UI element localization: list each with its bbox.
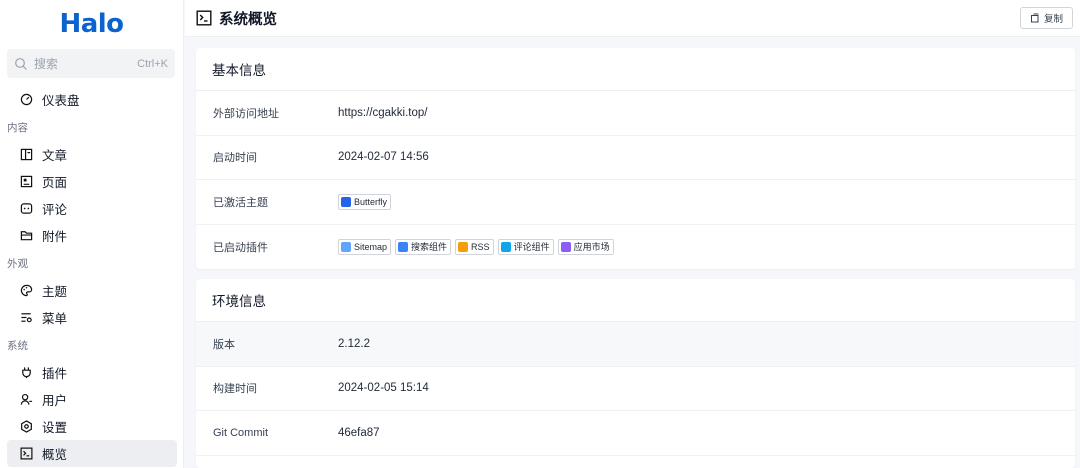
plugin-tag[interactable]: 应用市场	[557, 238, 614, 255]
plugin-tag[interactable]: Sitemap	[338, 238, 392, 255]
plugin-tag[interactable]: 搜索组件	[395, 238, 452, 255]
env-info-title: 环境信息	[196, 279, 1075, 322]
info-row-theme: 已激活主题 Butterfly	[196, 180, 1075, 225]
sidebar-item-overview[interactable]: 概览	[7, 440, 177, 467]
sidebar-item-label: 主题	[42, 285, 68, 299]
plugin-badge-icon	[398, 241, 409, 252]
plugin-tag-label: RSS	[471, 241, 490, 252]
palette-icon	[19, 284, 33, 298]
page-header: 系统概览 复制	[185, 0, 1080, 37]
sidebar-item-settings[interactable]: 设置	[7, 413, 177, 440]
user-icon	[19, 393, 33, 407]
theme-badge-icon	[341, 196, 351, 207]
sidebar-group-system: 系统	[7, 339, 28, 352]
sidebar-item-label: 菜单	[42, 312, 68, 326]
plugin-badge-icon	[500, 241, 511, 252]
plugin-tag-label: 评论组件	[513, 242, 550, 253]
info-key: 启动时间	[213, 152, 257, 165]
dashboard-icon	[19, 93, 33, 107]
sidebar-item-pages[interactable]: 页面	[7, 168, 177, 195]
search-input[interactable]: 搜索 Ctrl+K	[7, 49, 175, 78]
version-value: 2.12.2	[338, 337, 370, 350]
sidebar-item-comments[interactable]: 评论	[7, 195, 177, 222]
copy-icon	[1030, 13, 1039, 23]
sidebar-item-label: 评论	[42, 203, 68, 217]
sidebar-group-content: 内容	[7, 121, 28, 134]
sidebar-item-label: 附件	[42, 230, 68, 244]
sidebar-item-label: 用户	[42, 394, 68, 408]
sidebar-item-users[interactable]: 用户	[7, 386, 177, 413]
page-title: 系统概览	[219, 11, 277, 28]
info-key: 已激活主题	[213, 196, 268, 209]
menu-icon	[19, 311, 33, 325]
build-time-value: 2024-02-05 15:14	[338, 382, 429, 395]
sidebar-item-posts[interactable]: 文章	[7, 141, 177, 168]
article-icon	[19, 148, 33, 162]
sidebar-nav: 仪表盘 内容 文章 页面 评论 附件 外观 主题 菜单 系统 插件 用户 设置 …	[0, 86, 184, 467]
theme-tag-label: Butterfly	[354, 196, 388, 207]
sidebar-item-label: 插件	[42, 367, 68, 381]
theme-tag[interactable]: Butterfly	[338, 193, 392, 210]
terminal-icon	[196, 10, 212, 26]
plugin-tag[interactable]: 评论组件	[497, 238, 554, 255]
external-url[interactable]: https://cgakki.top/	[338, 107, 428, 119]
info-row-git-commit: Git Commit 46efa87	[196, 411, 1075, 456]
plugin-badge-icon	[341, 241, 351, 252]
info-row-start-time: 启动时间 2024-02-07 14:56	[196, 136, 1075, 180]
git-commit-value: 46efa87	[338, 426, 380, 439]
basic-info-card: 基本信息 外部访问地址 https://cgakki.top/ 启动时间 202…	[196, 48, 1075, 269]
env-info-card: 环境信息 版本 2.12.2 构建时间 2024-02-05 15:14 Git…	[196, 279, 1075, 468]
info-key: 已启动插件	[213, 241, 268, 254]
sidebar-item-label: 页面	[42, 176, 68, 190]
info-row-url: 外部访问地址 https://cgakki.top/	[196, 91, 1075, 136]
sidebar-item-label: 仪表盘	[42, 94, 80, 108]
copy-button[interactable]: 复制	[1019, 7, 1073, 29]
search-placeholder: 搜索	[34, 57, 59, 71]
info-row-plugins: 已启动插件 Sitemap 搜索组件 RSS 评论组件 应用市场	[196, 225, 1075, 270]
plugin-tag[interactable]: RSS	[455, 238, 494, 255]
sidebar-group-appearance: 外观	[7, 257, 28, 270]
info-key: 版本	[213, 338, 235, 351]
info-row-version: 版本 2.12.2	[196, 322, 1075, 367]
basic-info-title: 基本信息	[196, 48, 1075, 91]
plugin-tag-label: 应用市场	[573, 242, 610, 253]
sidebar-item-attachments[interactable]: 附件	[7, 222, 177, 249]
plugin-badge-icon	[458, 241, 469, 252]
sidebar-item-menus[interactable]: 菜单	[7, 304, 177, 331]
sidebar: Halo 搜索 Ctrl+K 仪表盘 内容 文章 页面 评论 附件 外观 主题 …	[0, 0, 184, 468]
copy-button-label: 复制	[1043, 14, 1063, 25]
sidebar-item-dashboard[interactable]: 仪表盘	[7, 86, 177, 113]
plug-icon	[19, 366, 33, 380]
info-key: 外部访问地址	[213, 107, 279, 120]
search-icon	[15, 57, 27, 70]
plugin-tag-label: 搜索组件	[411, 242, 448, 253]
sidebar-item-plugins[interactable]: 插件	[7, 359, 177, 386]
page-icon	[19, 175, 33, 189]
terminal-icon	[19, 447, 33, 461]
info-key: Git Commit	[213, 426, 268, 439]
sidebar-item-themes[interactable]: 主题	[7, 277, 177, 304]
settings-icon	[19, 420, 33, 434]
folder-icon	[19, 229, 33, 243]
plugin-tag-label: Sitemap	[354, 241, 388, 252]
logo-text: Halo	[59, 9, 124, 39]
plugin-badge-icon	[560, 241, 571, 252]
logo[interactable]: Halo	[0, 0, 183, 48]
info-row-build-time: 构建时间 2024-02-05 15:14	[196, 367, 1075, 411]
sidebar-item-label: 设置	[42, 421, 68, 435]
info-key: 构建时间	[213, 383, 257, 396]
sidebar-item-label: 概览	[42, 448, 68, 462]
sidebar-item-label: 文章	[42, 149, 68, 163]
start-time-value: 2024-02-07 14:56	[338, 151, 429, 164]
search-shortcut: Ctrl+K	[137, 57, 168, 70]
comment-icon	[19, 202, 33, 216]
